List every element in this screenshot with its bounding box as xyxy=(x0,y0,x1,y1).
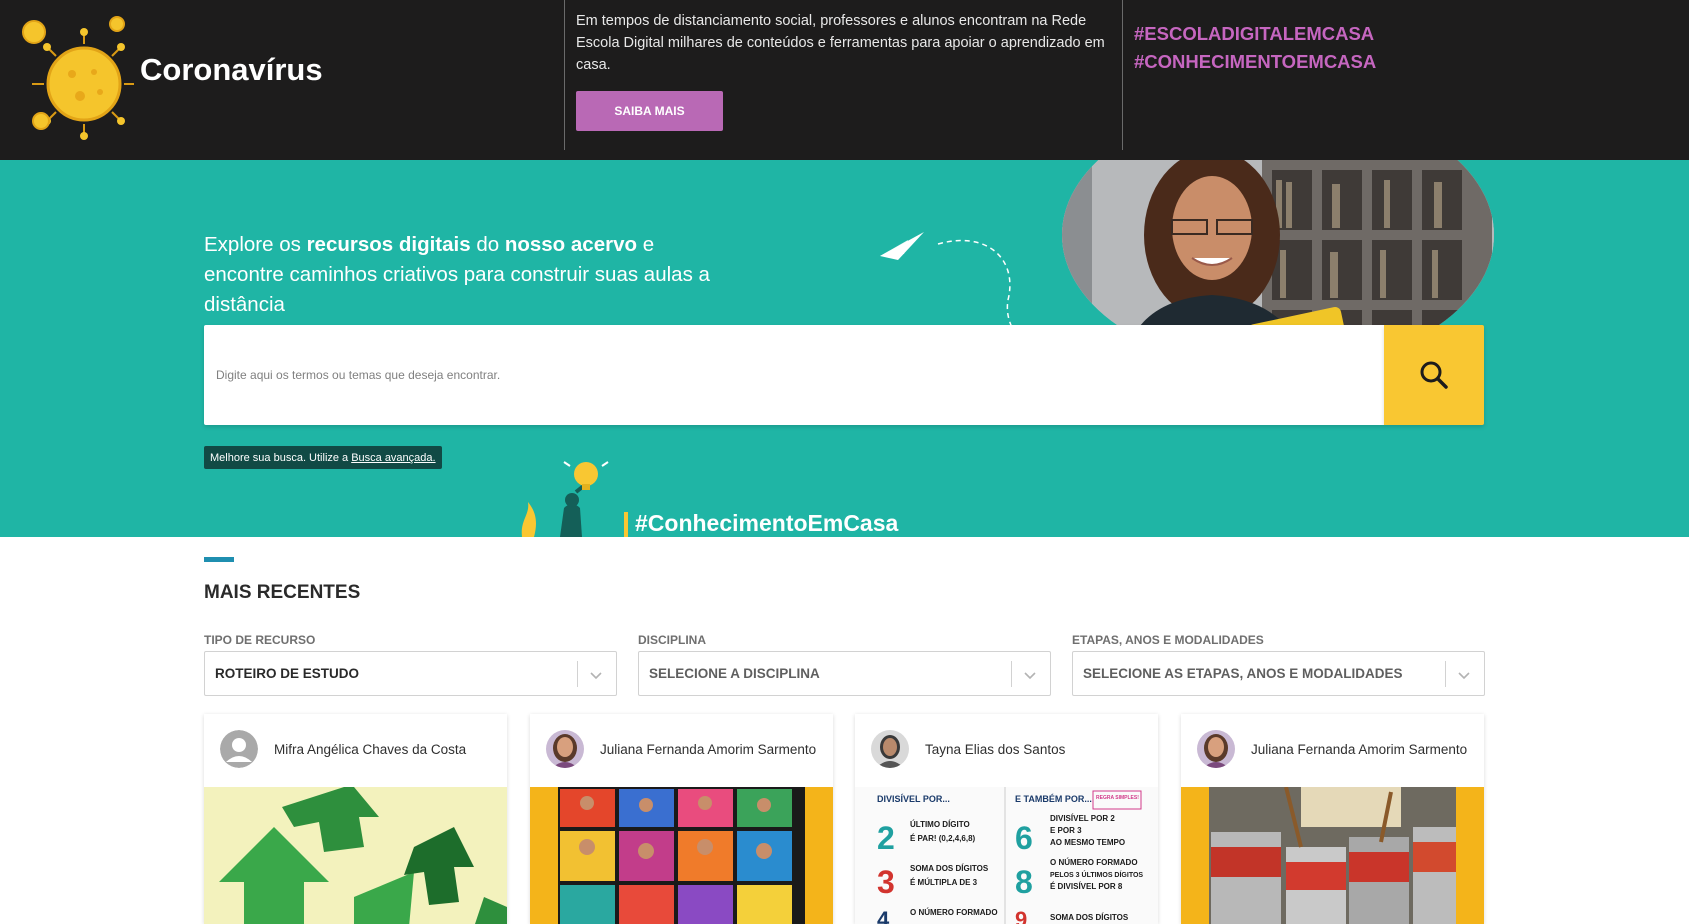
banner-title: Coronavírus xyxy=(140,52,323,87)
note-line: ÚLTIMO DÍGITO xyxy=(910,820,970,829)
note-badge: REGRA SIMPLES! xyxy=(1096,795,1139,801)
card-author[interactable]: Tayna Elias dos Santos xyxy=(925,742,1065,757)
filter-disciplina: DISCIPLINA SELECIONE A DISCIPLINA xyxy=(638,633,1051,696)
section-accent-rule xyxy=(204,557,234,562)
card-image-colorful-collage[interactable] xyxy=(530,787,833,924)
filter-etapas: ETAPAS, ANOS E MODALIDADES SELECIONE AS … xyxy=(1072,633,1485,696)
tipo-recurso-select[interactable]: ROTEIRO DE ESTUDO xyxy=(204,651,617,696)
section-title: MAIS RECENTES xyxy=(204,582,361,603)
note-line: AO MESMO TEMPO xyxy=(1050,838,1125,847)
hashtag-escola-digital[interactable]: #ESCOLADIGITALEMCASA xyxy=(1134,20,1376,48)
default-user-icon xyxy=(220,730,258,768)
hero-tagline: Explore os recursos digitais do nosso ac… xyxy=(204,233,710,316)
resource-card[interactable]: Juliana Fernanda Amorim Sarmento xyxy=(1181,714,1484,924)
note-number: 4 xyxy=(877,907,890,924)
user-photo xyxy=(546,730,584,768)
note-line: SOMA DOS DÍGITOS xyxy=(910,864,989,873)
disciplina-select[interactable]: SELECIONE A DISCIPLINA xyxy=(638,651,1051,696)
select-separator xyxy=(577,661,578,687)
note-number: 3 xyxy=(877,864,895,900)
note-number: 9 xyxy=(1015,907,1027,924)
note-number: 8 xyxy=(1015,864,1033,900)
resource-card[interactable]: Mifra Angélica Chaves da Costa xyxy=(204,714,507,924)
note-line: DIVISÍVEL POR 2 xyxy=(1050,814,1115,823)
advanced-search-link[interactable]: Busca avançada. xyxy=(351,452,435,464)
select-separator xyxy=(1011,661,1012,687)
search-icon xyxy=(1420,361,1448,389)
note-right-title: E TAMBÉM POR... xyxy=(1015,794,1092,804)
resource-card[interactable]: Tayna Elias dos Santos DIVISÍVEL POR... … xyxy=(855,714,1158,924)
note-number: 2 xyxy=(877,820,895,856)
card-image-tin-cans[interactable] xyxy=(1181,787,1484,924)
note-line: O NÚMERO FORMADO xyxy=(1050,858,1138,867)
search-hint-text: Melhore sua busca. Utilize a xyxy=(210,451,349,464)
card-image-divisibility-notes[interactable]: DIVISÍVEL POR... E TAMBÉM POR... REGRA S… xyxy=(855,787,1158,924)
saiba-mais-button[interactable]: SAIBA MAIS xyxy=(576,91,723,131)
note-line: O NÚMERO FORMADO xyxy=(910,908,998,917)
hashtag-conhecimento[interactable]: #CONHECIMENTOEMCASA xyxy=(1134,48,1376,76)
filter-label: TIPO DE RECURSO xyxy=(204,633,316,647)
note-line: É MÚLTIPLA DE 3 xyxy=(910,878,978,887)
chevron-down-icon xyxy=(1458,672,1470,680)
lightbulb-person-icon xyxy=(521,452,609,537)
search-box xyxy=(204,325,1384,425)
hero-section: Explore os recursos digitais do nosso ac… xyxy=(0,160,1689,537)
filter-tipo-recurso: TIPO DE RECURSO ROTEIRO DE ESTUDO xyxy=(204,633,617,696)
select-value: SELECIONE A DISCIPLINA xyxy=(649,666,820,681)
banner-hashtags: #ESCOLADIGITALEMCASA #CONHECIMENTOEMCASA xyxy=(1134,20,1376,76)
banner-description: Em tempos de distanciamento social, prof… xyxy=(576,13,1105,73)
chevron-down-icon xyxy=(1024,672,1036,680)
card-image-green-arrows[interactable] xyxy=(204,787,507,924)
campaign-badge: #ConhecimentoEmCasa xyxy=(520,452,940,537)
search-input[interactable] xyxy=(204,325,1384,425)
resource-card[interactable]: Juliana Fernanda Amorim Sarmento xyxy=(530,714,833,924)
note-line: É PAR! (0,2,4,6,8) xyxy=(910,834,976,843)
note-line: PELOS 3 ÚLTIMOS DÍGITOS xyxy=(1050,870,1143,879)
campaign-hashtag: #ConhecimentoEmCasa xyxy=(635,510,899,536)
note-left-title: DIVISÍVEL POR... xyxy=(877,794,950,804)
virus-illustration-icon xyxy=(14,14,136,144)
search-hint: Melhore sua busca. Utilize a Busca avanç… xyxy=(204,446,442,469)
card-author[interactable]: Juliana Fernanda Amorim Sarmento xyxy=(600,742,816,757)
campaign-bar xyxy=(624,512,628,537)
banner-divider xyxy=(564,0,565,150)
chevron-down-icon xyxy=(590,672,602,680)
card-author[interactable]: Mifra Angélica Chaves da Costa xyxy=(274,742,466,757)
etapas-select[interactable]: SELECIONE AS ETAPAS, ANOS E MODALIDADES xyxy=(1072,651,1485,696)
banner-divider xyxy=(1122,0,1123,150)
select-value: ROTEIRO DE ESTUDO xyxy=(215,666,360,681)
select-separator xyxy=(1445,661,1446,687)
filter-label: ETAPAS, ANOS E MODALIDADES xyxy=(1072,633,1264,647)
user-photo xyxy=(1197,730,1235,768)
note-line: É DIVISÍVEL POR 8 xyxy=(1050,882,1123,891)
filter-label: DISCIPLINA xyxy=(638,633,707,647)
card-author[interactable]: Juliana Fernanda Amorim Sarmento xyxy=(1251,742,1467,757)
note-line: E POR 3 xyxy=(1050,826,1082,835)
user-photo xyxy=(871,730,909,768)
coronavirus-banner: Coronavírus Em tempos de distanciamento … xyxy=(0,0,1689,160)
search-button[interactable] xyxy=(1384,325,1484,425)
note-number: 6 xyxy=(1015,820,1033,856)
select-value: SELECIONE AS ETAPAS, ANOS E MODALIDADES xyxy=(1083,666,1403,681)
